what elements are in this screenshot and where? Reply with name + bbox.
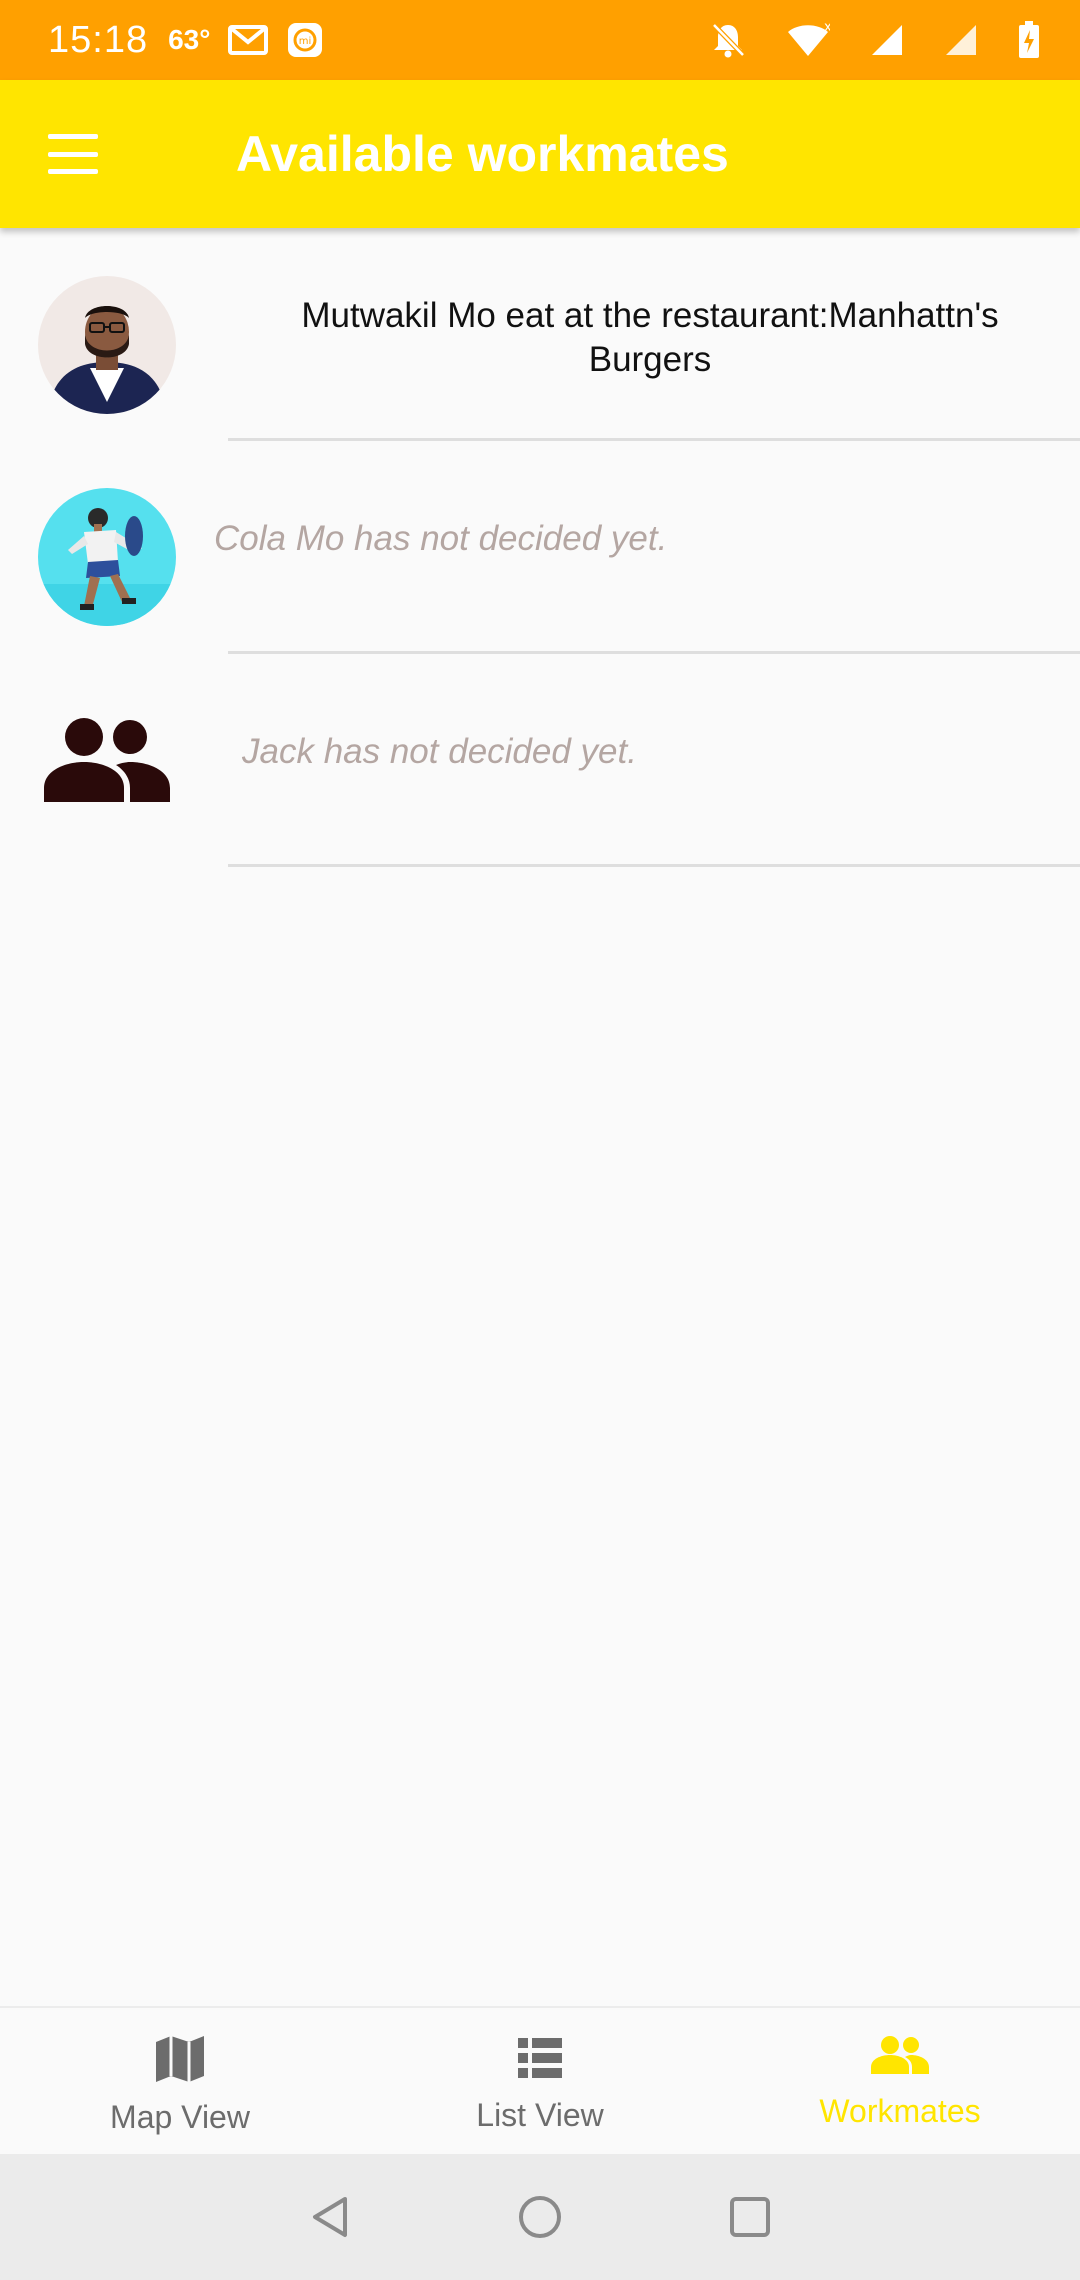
- workmate-status-text: Cola Mo has not decided yet.: [214, 519, 668, 558]
- workmate-status-text: Mutwakil Mo eat at the restaurant:Manhat…: [301, 296, 999, 379]
- tab-list-view[interactable]: List View: [360, 2008, 720, 2156]
- workmate-status-text: Jack has not decided yet.: [242, 732, 637, 771]
- page-title: Available workmates: [236, 126, 729, 182]
- home-icon[interactable]: [510, 2187, 570, 2247]
- hamburger-menu-icon[interactable]: [48, 134, 98, 174]
- signal-icon-2: [944, 23, 978, 57]
- people-icon: [38, 702, 176, 840]
- signal-icon: [870, 23, 904, 57]
- notifications-off-icon: [710, 21, 746, 59]
- avatar: [38, 488, 176, 626]
- list-item[interactable]: Cola Mo has not decided yet.: [0, 441, 1080, 654]
- gmail-icon: [228, 24, 269, 56]
- svg-text:x: x: [824, 22, 830, 35]
- app-bar: Available workmates: [0, 80, 1080, 228]
- status-bar: 15:18 63° mi x: [0, 0, 1080, 80]
- tab-workmates[interactable]: Workmates: [720, 2008, 1080, 2156]
- tab-label: Workmates: [819, 2093, 981, 2129]
- svg-text:mi: mi: [299, 36, 312, 47]
- tab-label: List View: [476, 2097, 604, 2133]
- status-time: 15:18: [48, 18, 149, 61]
- divider: [228, 864, 1080, 867]
- list-item[interactable]: Jack has not decided yet.: [0, 654, 1080, 867]
- system-navigation-bar: [0, 2154, 1080, 2280]
- avatar: [38, 276, 176, 414]
- wifi-icon: x: [786, 22, 830, 58]
- bottom-navigation: Map View List View Workmates: [0, 2006, 1080, 2156]
- list-item[interactable]: Mutwakil Mo eat at the restaurant:Manhat…: [0, 228, 1080, 441]
- recents-icon[interactable]: [720, 2187, 780, 2247]
- back-icon[interactable]: [300, 2187, 360, 2247]
- workmates-list: Mutwakil Mo eat at the restaurant:Manhat…: [0, 228, 1080, 867]
- tab-map-view[interactable]: Map View: [0, 2008, 360, 2156]
- list-icon: [516, 2034, 564, 2087]
- mi-app-icon: mi: [286, 21, 324, 59]
- battery-charging-icon: [1018, 21, 1040, 59]
- status-temperature: 63°: [168, 24, 211, 55]
- map-icon: [154, 2034, 206, 2089]
- people-icon: [870, 2034, 930, 2083]
- tab-label: Map View: [110, 2099, 250, 2135]
